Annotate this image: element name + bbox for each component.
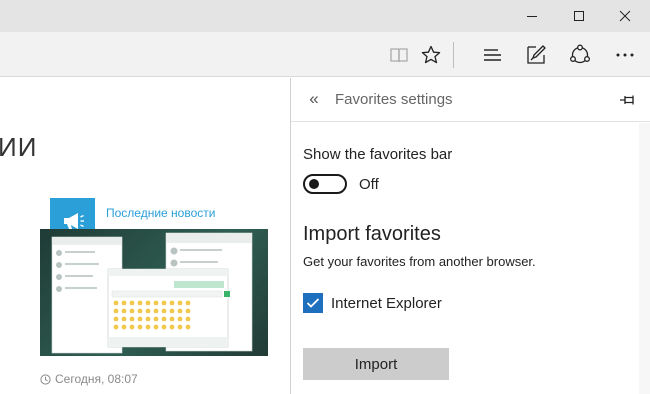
pin-panel-button[interactable] (617, 90, 639, 110)
close-button[interactable] (602, 0, 648, 32)
close-icon (619, 10, 631, 22)
web-note-icon (527, 45, 546, 64)
favorites-bar-toggle[interactable] (303, 174, 347, 194)
import-button[interactable]: Import (303, 348, 449, 380)
news-date-text: Сегодня, 08:07 (55, 372, 138, 386)
news-thumbnail[interactable] (40, 229, 268, 356)
megaphone-icon (63, 212, 84, 229)
back-button[interactable]: « (303, 88, 325, 110)
share-button[interactable] (565, 40, 595, 70)
pin-icon (620, 95, 634, 105)
import-favorites-description: Get your favorites from another browser. (303, 254, 536, 269)
toggle-state-label: Off (359, 176, 379, 193)
hub-button[interactable] (477, 40, 507, 70)
page-heading: ИИ (0, 132, 38, 162)
internet-explorer-label[interactable]: Internet Explorer (331, 295, 442, 312)
favorite-star-icon (421, 45, 441, 64)
reading-view-button[interactable] (384, 40, 414, 70)
show-favorites-bar-label: Show the favorites bar (303, 146, 453, 163)
toolbar-separator (453, 42, 454, 68)
clock-icon (40, 373, 51, 385)
more-icon (616, 53, 634, 57)
maximize-icon (574, 11, 584, 21)
web-note-button[interactable] (521, 40, 551, 70)
hub-icon (484, 49, 501, 61)
news-section-link[interactable]: Последние новости (106, 206, 215, 220)
checkmark-icon (306, 298, 320, 308)
panel-scrollbar[interactable] (639, 123, 650, 394)
panel-header: « Favorites settings (291, 78, 650, 122)
internet-explorer-checkbox[interactable] (303, 293, 323, 313)
favorites-settings-panel: « Favorites settings Show the favorites … (290, 78, 650, 394)
minimize-button[interactable] (509, 0, 555, 32)
more-button[interactable] (610, 40, 640, 70)
browser-toolbar (0, 32, 650, 77)
maximize-button[interactable] (556, 0, 602, 32)
title-bar (0, 0, 650, 32)
share-icon (570, 44, 590, 64)
back-chevron-icon: « (309, 89, 319, 108)
import-favorites-heading: Import favorites (303, 223, 441, 245)
toggle-knob (309, 179, 319, 189)
reading-view-icon (390, 48, 408, 63)
add-favorite-button[interactable] (416, 40, 446, 70)
news-date: Сегодня, 08:07 (40, 372, 138, 386)
app-screenshot-image (51, 232, 253, 354)
panel-title: Favorites settings (335, 91, 453, 108)
minimize-icon (527, 16, 537, 17)
web-page-content: ИИ Последние новости Сегодня, 08:07 (0, 78, 290, 394)
